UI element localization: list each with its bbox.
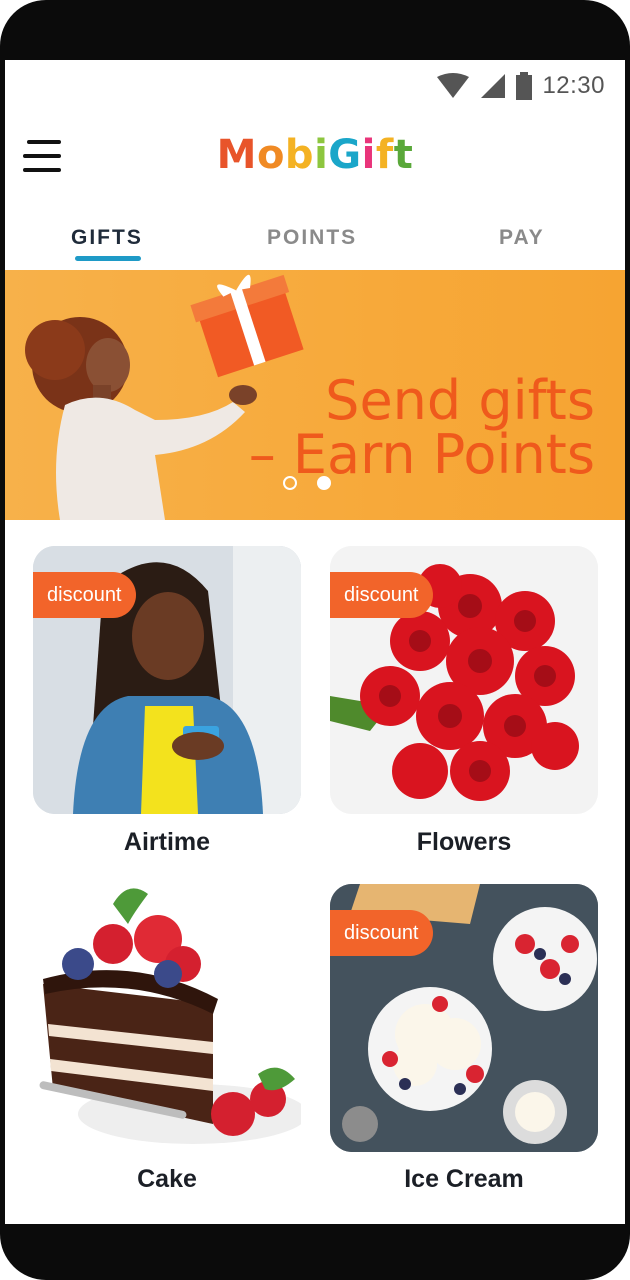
tab-points[interactable]: POINTS — [267, 226, 357, 250]
tab-gifts[interactable]: GIFTS — [71, 226, 143, 250]
category-label-flowers[interactable]: Flowers — [330, 828, 598, 857]
category-label-ice-cream[interactable]: Ice Cream — [330, 1165, 598, 1194]
logo-letter: M — [216, 132, 257, 178]
logo-letter: b — [284, 132, 315, 178]
carousel-dot[interactable] — [283, 476, 297, 490]
cake-photo — [33, 884, 301, 1152]
category-card-cake[interactable] — [33, 884, 301, 1152]
logo-letter: i — [314, 132, 329, 178]
logo-letter: f — [375, 132, 394, 178]
promo-banner[interactable]: Send gifts – Earn Points — [5, 270, 625, 520]
discount-badge: discount — [330, 572, 433, 618]
category-card-ice-cream[interactable]: discount — [330, 884, 598, 1152]
tab-pay[interactable]: PAY — [499, 226, 545, 250]
active-tab-indicator — [75, 256, 141, 261]
discount-badge: discount — [330, 910, 433, 956]
logo-letter: G — [328, 132, 362, 178]
wifi-icon — [437, 73, 470, 98]
carousel-indicators — [283, 476, 331, 490]
category-label-airtime[interactable]: Airtime — [33, 828, 301, 857]
banner-line-2: – Earn Points — [248, 423, 595, 486]
category-card-flowers[interactable]: discount — [330, 546, 598, 814]
status-time: 12:30 — [542, 72, 605, 99]
banner-headline: Send gifts – Earn Points — [249, 374, 595, 482]
category-label-cake[interactable]: Cake — [33, 1165, 301, 1194]
logo-letter: t — [393, 132, 414, 178]
signal-icon — [481, 74, 506, 98]
logo-letter: o — [256, 132, 285, 178]
logo-letter: i — [361, 132, 376, 178]
app-logo: MobiGift — [5, 132, 625, 178]
app-screen: 12:30 MobiGift GIFTS POINTS PAY Send gif… — [5, 60, 625, 1224]
discount-badge: discount — [33, 572, 136, 618]
carousel-dot-active[interactable] — [317, 476, 331, 490]
status-bar: 12:30 — [436, 66, 605, 106]
banner-line-1: Send gifts — [325, 369, 595, 432]
battery-icon — [516, 72, 533, 100]
phone-frame: 12:30 MobiGift GIFTS POINTS PAY Send gif… — [0, 0, 630, 1280]
category-card-airtime[interactable]: discount — [33, 546, 301, 814]
